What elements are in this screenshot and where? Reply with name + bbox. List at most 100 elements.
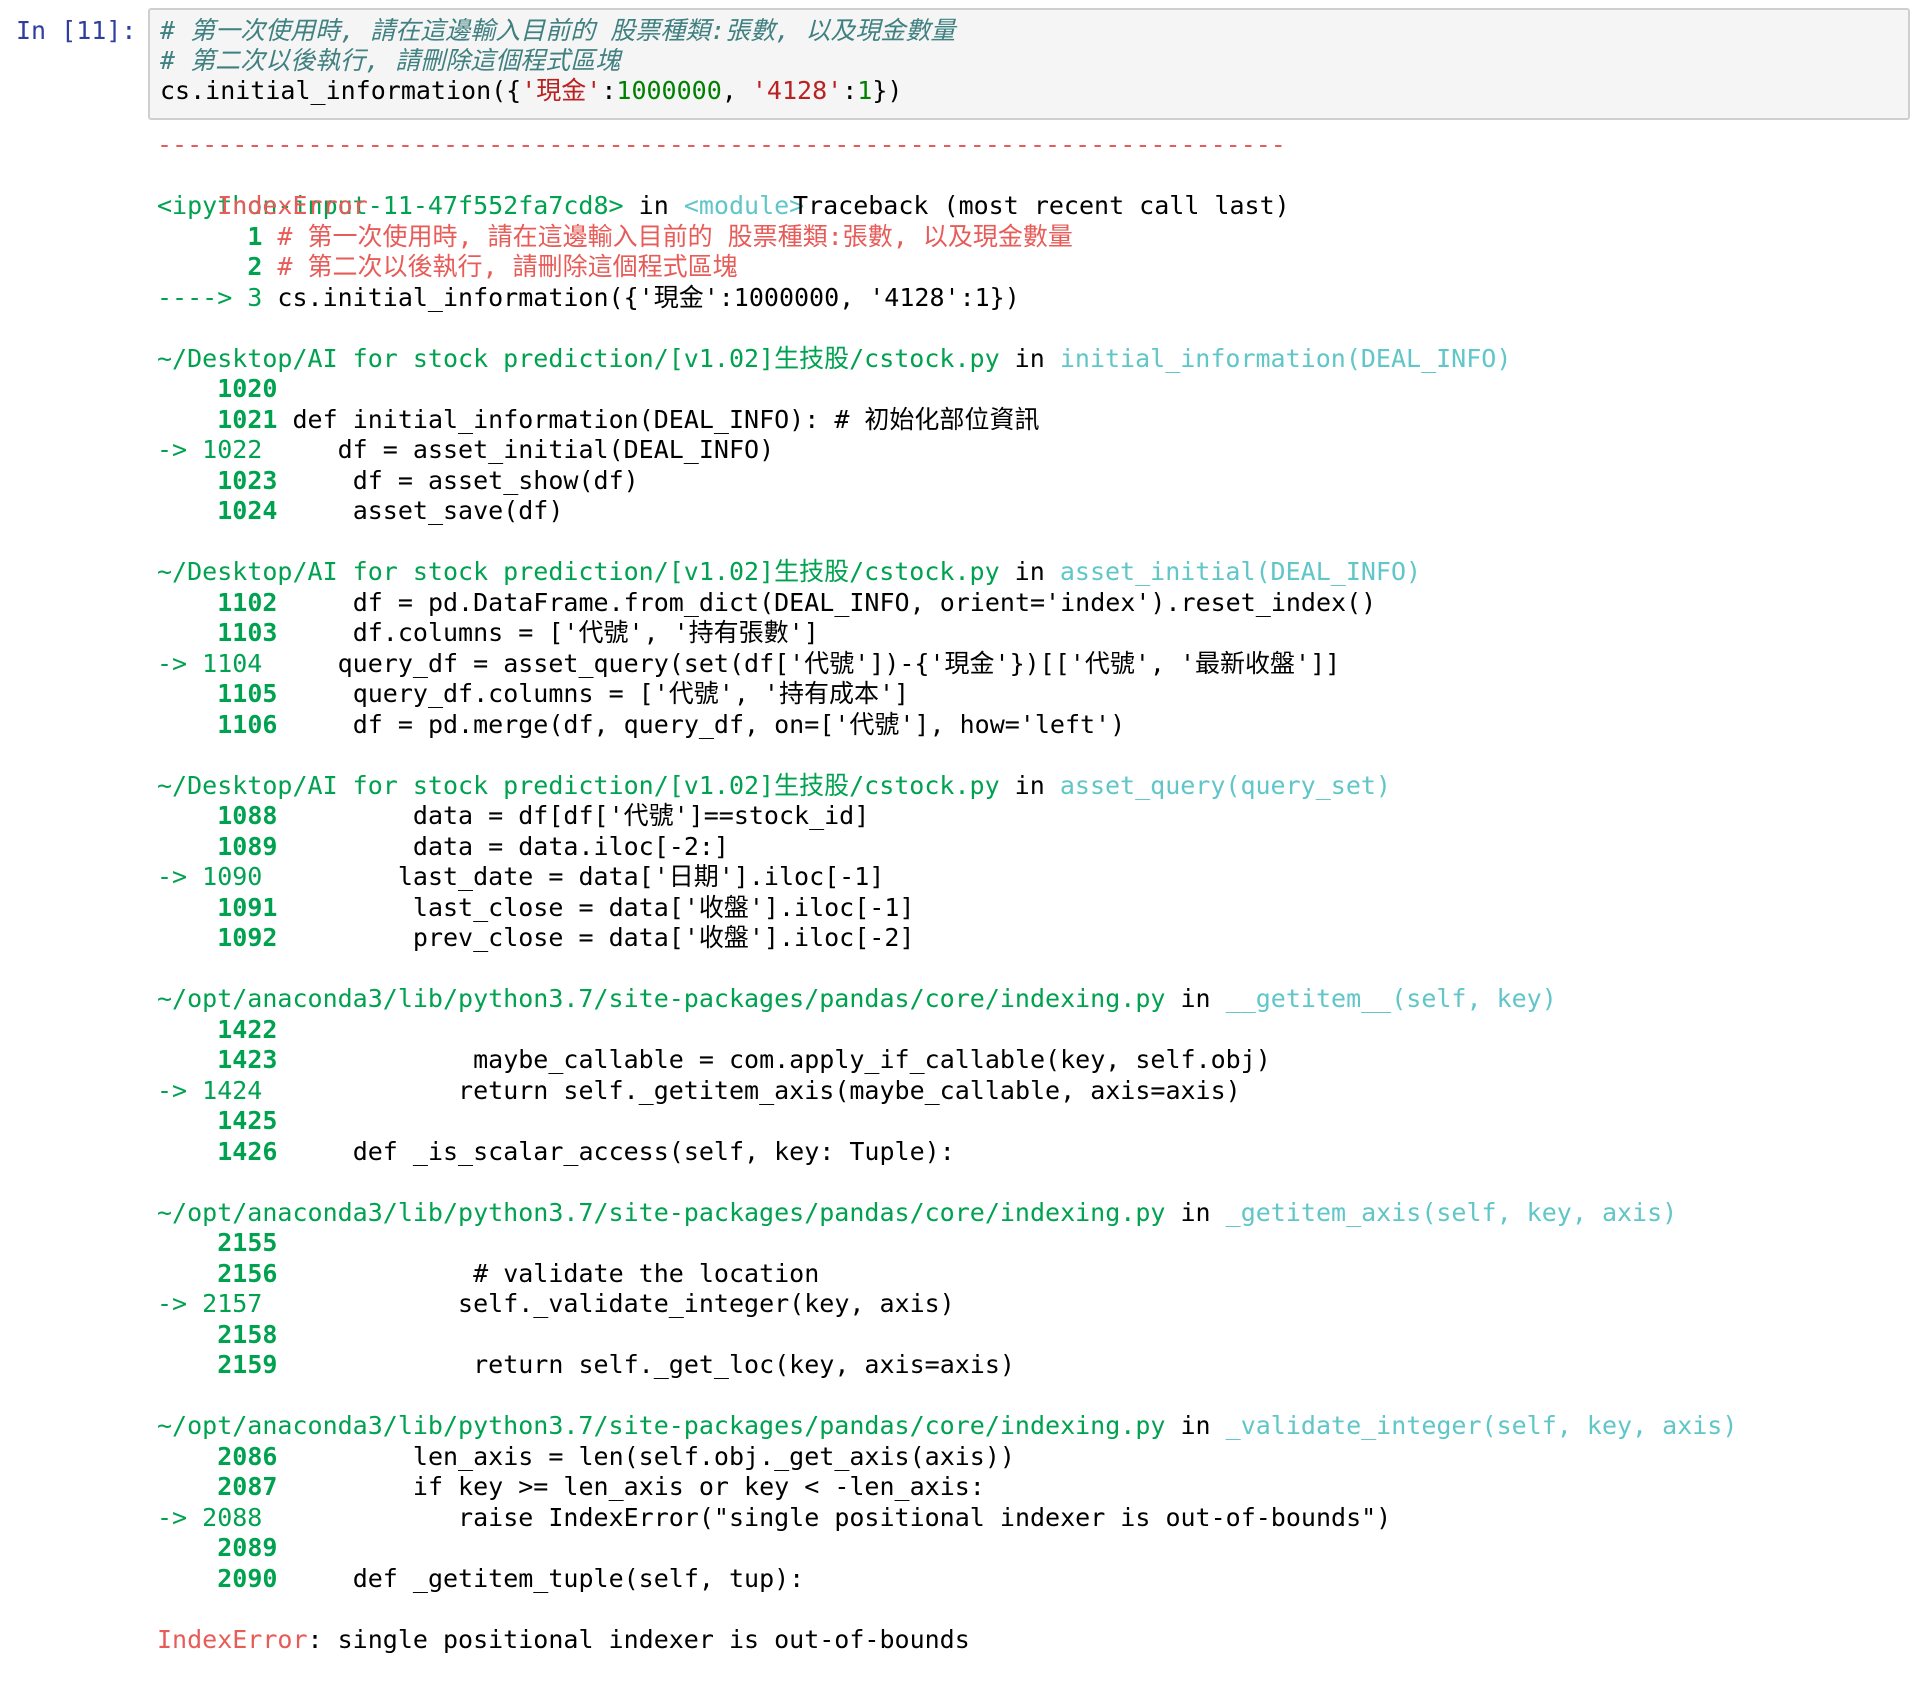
in-word: in: [999, 557, 1060, 586]
traceback-cell-current-line: ----> 3 cs.initial_information({'現金':100…: [157, 283, 1907, 314]
frame-file-path: ~/opt/anaconda3/lib/python3.7/site-packa…: [157, 1411, 1166, 1440]
line-number: 1091: [217, 892, 278, 922]
frame-line: 1088 data = df[df['代號']==stock_id]: [157, 801, 1907, 832]
traceback-frames: ~/Desktop/AI for stock prediction/[v1.02…: [157, 313, 1907, 1594]
line-number: 2159: [217, 1350, 278, 1379]
code-input-cell[interactable]: # 第一次使用時, 請在這邊輸入目前的 股票種類:張數, 以及現金數量 # 第二…: [148, 8, 1910, 120]
line-marker: [157, 1259, 217, 1288]
line-number: 1090: [202, 862, 263, 891]
traceback-header: IndexError Traceback (most recent call la…: [157, 161, 1907, 220]
line-number: 2087: [217, 1472, 278, 1501]
line-code: df = pd.merge(df, query_df, on=['代號'], h…: [277, 709, 1126, 739]
line-marker: [157, 405, 217, 434]
frame-current-line: -> 2088 raise IndexError("single positio…: [157, 1503, 1907, 1534]
frame-line: 1024 asset_save(df): [157, 496, 1907, 527]
line-marker: [157, 893, 217, 922]
line-code: if key >= len_axis or key < -len_axis:: [277, 1472, 985, 1501]
line-code: return self._getitem_axis(maybe_callable…: [262, 1075, 1241, 1105]
frame-current-line: -> 1022 df = asset_initial(DEAL_INFO): [157, 435, 1907, 466]
line-marker: [157, 1045, 217, 1074]
line-number: 1425: [217, 1106, 278, 1135]
line-code: asset_save(df): [277, 496, 564, 525]
line-code: data = df[df['代號']==stock_id]: [277, 801, 870, 830]
module-name: <module>: [683, 191, 805, 220]
line-code: last_close = data['收盤'].iloc[-1]: [277, 892, 915, 922]
frame-function: __getitem__(self, key): [1225, 984, 1557, 1013]
frame-line: 1423 maybe_callable = com.apply_if_calla…: [157, 1045, 1907, 1076]
frame-line: 1091 last_close = data['收盤'].iloc[-1]: [157, 893, 1907, 924]
code-line-1: # 第一次使用時, 請在這邊輸入目前的 股票種類:張數, 以及現金數量: [160, 16, 956, 45]
line-marker: [157, 923, 217, 952]
line-code: # 第一次使用時, 請在這邊輸入目前的 股票種類:張數, 以及現金數量: [262, 221, 1073, 251]
line-number: 1089: [217, 831, 278, 861]
line-number: 1102: [217, 587, 278, 617]
traceback-divider: ----------------------------------------…: [157, 130, 1286, 159]
line-marker: [157, 588, 217, 617]
frame-header: ~/opt/anaconda3/lib/python3.7/site-packa…: [157, 1198, 1907, 1229]
in-word: in: [999, 770, 1060, 800]
frame-current-line: -> 1104 query_df = asset_query(set(df['代…: [157, 649, 1907, 680]
frame-line: 1103 df.columns = ['代號', '持有張數']: [157, 618, 1907, 649]
line-marker: [157, 1228, 217, 1257]
line-marker: ->: [157, 1502, 203, 1532]
traceback-title: Traceback (most recent call last): [793, 191, 1290, 220]
final-error-line: IndexError: single positional indexer is…: [157, 1625, 1907, 1656]
line-marker: [157, 618, 217, 647]
line-number: 2: [247, 252, 263, 281]
frame-file-path: ~/opt/anaconda3/lib/python3.7/site-packa…: [157, 984, 1166, 1013]
frame-line: 1092 prev_close = data['收盤'].iloc[-2]: [157, 923, 1907, 954]
frame-header: ~/Desktop/AI for stock prediction/[v1.02…: [157, 771, 1907, 802]
frame-line: 2086 len_axis = len(self.obj._get_axis(a…: [157, 1442, 1907, 1473]
cell-prompt: In [11]:: [16, 16, 137, 45]
line-number: 1105: [217, 679, 278, 708]
line-marker: [157, 1442, 217, 1471]
traceback-cell-line: 1 # 第一次使用時, 請在這邊輸入目前的 股票種類:張數, 以及現金數量: [157, 222, 1907, 253]
line-marker: [157, 832, 217, 861]
in-word: in: [1165, 1197, 1226, 1227]
code-number-1: 1000000: [616, 76, 722, 105]
code-colon: :: [842, 76, 858, 105]
line-number: 2156: [217, 1258, 278, 1288]
line-code: df = pd.DataFrame.from_dict(DEAL_INFO, o…: [277, 587, 1377, 617]
frame-line: 1422: [157, 1015, 1907, 1046]
code-close: }): [872, 76, 903, 105]
frame-function: asset_query(query_set): [1059, 770, 1391, 800]
line-code: def _getitem_tuple(self, tup):: [277, 1563, 805, 1593]
frame-line: 1106 df = pd.merge(df, query_df, on=['代號…: [157, 710, 1907, 741]
line-code: # 第二次以後執行, 請刪除這個程式區塊: [262, 252, 738, 281]
frame-current-line: -> 1424 return self._getitem_axis(maybe_…: [157, 1076, 1907, 1107]
line-number: 1103: [217, 618, 278, 647]
line-code: maybe_callable = com.apply_if_callable(k…: [277, 1045, 1271, 1074]
line-code: cs.initial_information({'現金':1000000, '4…: [262, 282, 1020, 312]
code-string-key2: '4128': [751, 76, 843, 105]
line-number: 2086: [217, 1441, 278, 1471]
frame-file-path: ~/Desktop/AI for stock prediction/[v1.02…: [157, 770, 1000, 800]
frame-line: 1020: [157, 374, 1907, 405]
line-marker: [157, 374, 217, 403]
line-code: len_axis = len(self.obj._get_axis(axis)): [277, 1441, 1015, 1471]
frame-line: 2158: [157, 1320, 1907, 1351]
line-number: 1106: [217, 709, 278, 739]
line-number: 1024: [217, 496, 278, 525]
line-number: 2155: [217, 1228, 278, 1257]
line-number: 2157: [202, 1289, 263, 1318]
line-marker: ->: [157, 648, 203, 678]
line-marker: [157, 1015, 217, 1044]
final-error-message: : single positional indexer is out-of-bo…: [307, 1624, 970, 1654]
line-marker: [157, 1106, 217, 1135]
error-type: IndexError: [217, 191, 368, 220]
line-number: 1021: [217, 404, 278, 434]
frame-line: 2159 return self._get_loc(key, axis=axis…: [157, 1350, 1907, 1381]
line-number: 1424: [202, 1075, 263, 1105]
line-code: def _is_scalar_access(self, key: Tuple):: [277, 1136, 955, 1166]
line-number: 1088: [217, 801, 278, 830]
frame-line: 1089 data = data.iloc[-2:]: [157, 832, 1907, 863]
code-string-key1: '現金': [521, 76, 602, 105]
line-marker: ->: [157, 862, 203, 891]
line-number: 2090: [217, 1563, 278, 1593]
line-marker: [157, 1320, 217, 1349]
frame-function: _validate_integer(self, key, axis): [1225, 1411, 1738, 1440]
frame-file-path: ~/Desktop/AI for stock prediction/[v1.02…: [157, 343, 1000, 373]
line-code: raise IndexError("single positional inde…: [262, 1502, 1392, 1532]
line-code: # validate the location: [277, 1258, 820, 1288]
